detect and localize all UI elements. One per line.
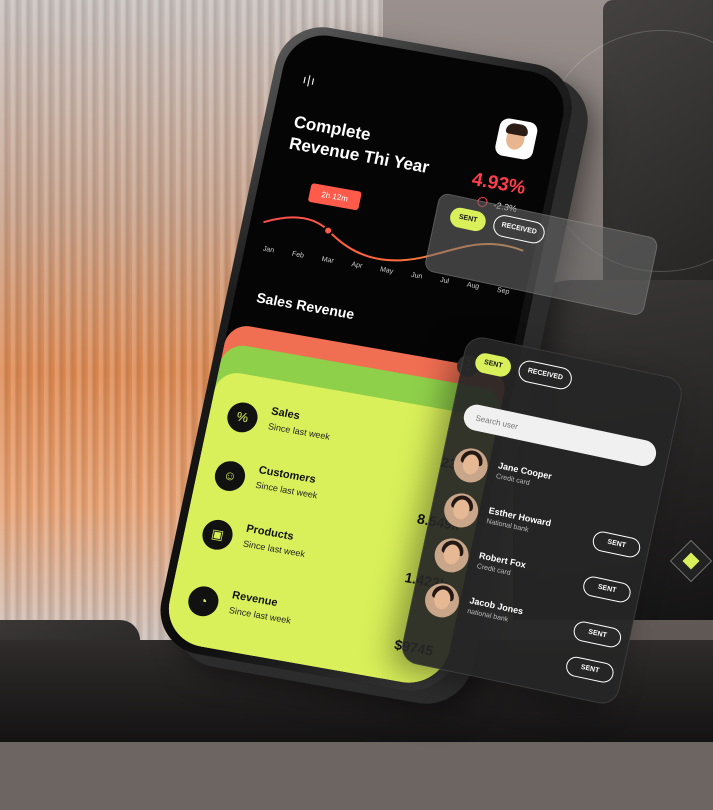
tab-sent[interactable]: SENT — [473, 351, 513, 379]
stat-sub: Since last week — [267, 421, 331, 442]
chart-point — [323, 225, 334, 236]
sent-button[interactable]: SENT — [590, 529, 643, 560]
profile-avatar[interactable] — [493, 117, 540, 161]
user-avatar — [431, 535, 472, 576]
mini-tab-sent[interactable]: SENT — [448, 205, 488, 233]
tab-received[interactable]: RECEIVED — [516, 358, 574, 392]
pie-icon: ◔ — [185, 584, 222, 619]
user-avatar — [450, 445, 491, 486]
sent-button[interactable]: SENT — [571, 619, 623, 650]
user-avatar — [421, 580, 463, 621]
signal-icon: ı|ı — [301, 72, 318, 89]
month-label: Jul — [439, 276, 450, 286]
percent-icon: % — [224, 400, 261, 435]
user-avatar — [441, 490, 482, 531]
sales-revenue-title: Sales Revenue — [255, 289, 356, 323]
stat-sub: Since last week — [242, 538, 306, 560]
sent-button[interactable]: SENT — [581, 574, 633, 605]
mini-tab-received[interactable]: RECEIVED — [491, 213, 547, 246]
user-icon: ☺ — [212, 458, 248, 494]
box-icon: ▣ — [199, 517, 236, 553]
diamond-core — [682, 552, 700, 570]
page-title: Complete Revenue Thi Year — [287, 111, 474, 185]
stat-sub: Since last week — [228, 605, 292, 626]
stat-label: Sales — [270, 405, 301, 423]
